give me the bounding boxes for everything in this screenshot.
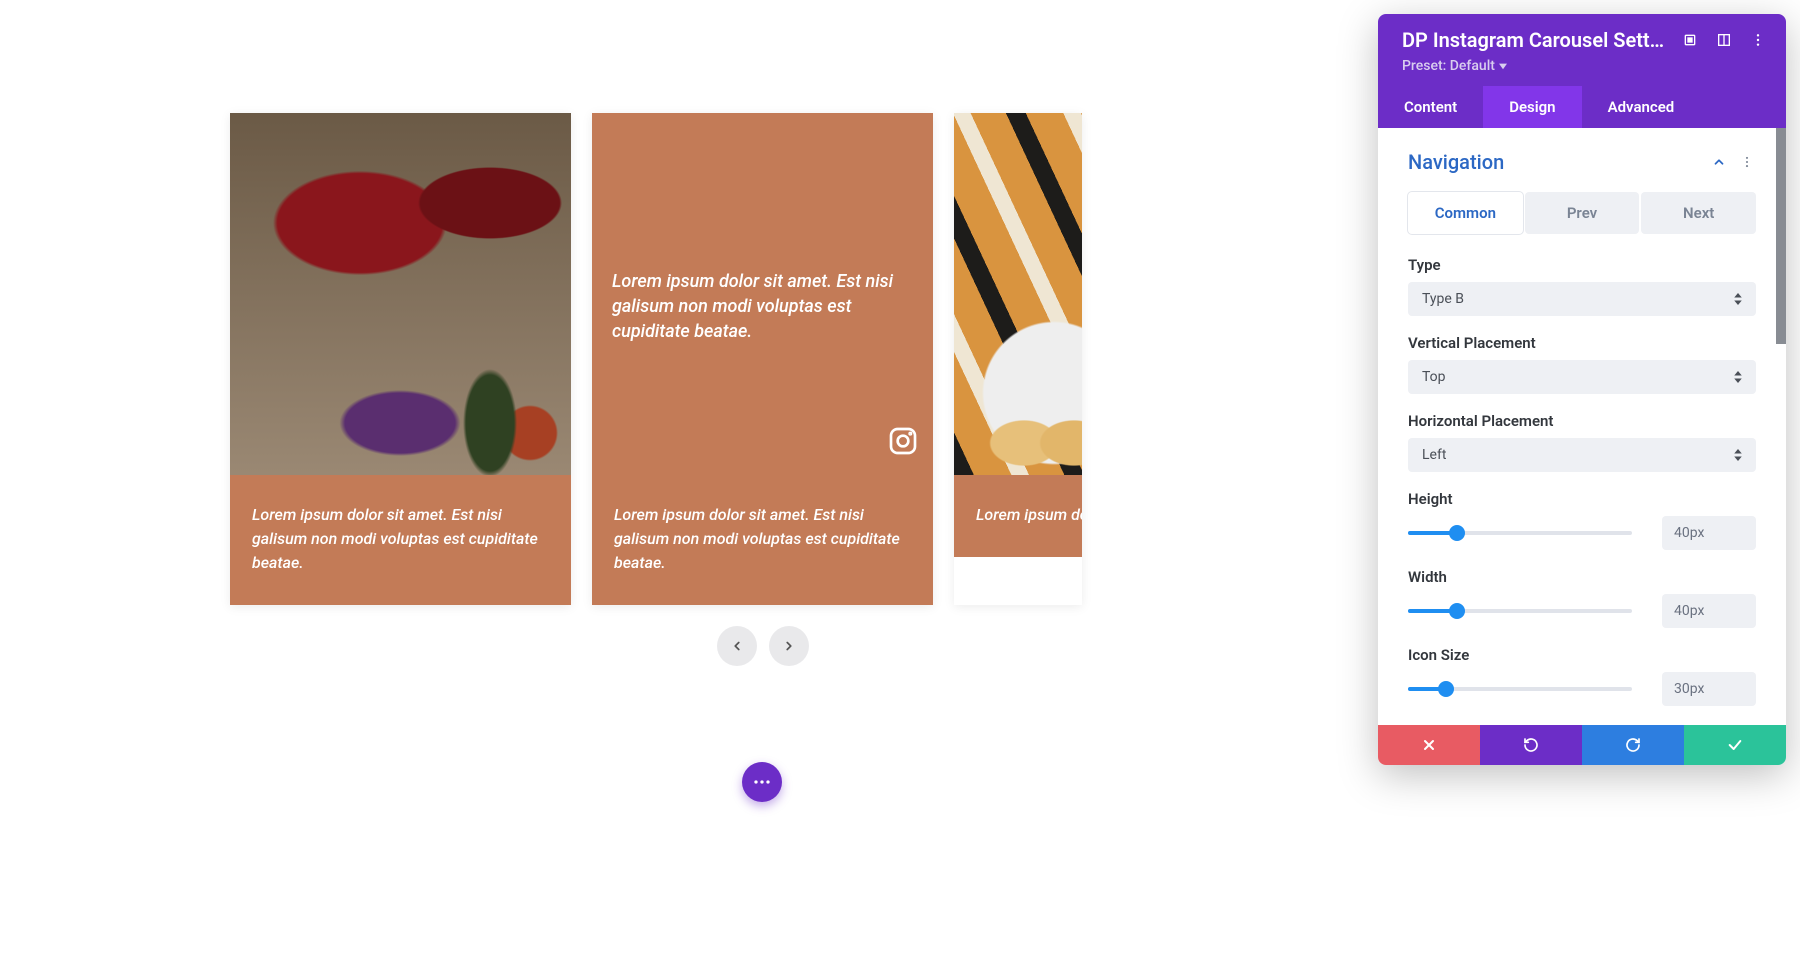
subtabs: Common Prev Next [1408,192,1756,234]
carousel-card[interactable]: Lorem ipsum dolor sit amet. Est nisi gal… [592,113,933,605]
instagram-icon[interactable] [887,425,919,461]
height-value[interactable]: 40px [1662,516,1756,550]
panel-footer [1378,725,1786,765]
more-icon[interactable] [1748,30,1768,50]
card-caption: Lorem ipsum dolor sit amet. Est nisi gal… [954,475,1082,557]
select-vertical-value: Top [1422,369,1446,385]
subtab-prev[interactable]: Prev [1525,192,1640,234]
builder-fab[interactable] [742,762,782,802]
carousel-card[interactable]: Lorem ipsum dolor sit amet. Est nisi gal… [230,113,571,605]
tab-content[interactable]: Content [1378,86,1483,128]
card-image-overlay: Lorem ipsum dolor sit amet. Est nisi gal… [592,113,933,475]
panel-tabs: Content Design Advanced [1378,86,1786,128]
settings-panel: DP Instagram Carousel Setti… Preset: Def… [1378,14,1786,765]
card-caption: Lorem ipsum dolor sit amet. Est nisi gal… [592,475,933,605]
cancel-button[interactable] [1378,725,1480,765]
icon-size-value[interactable]: 30px [1662,672,1756,706]
panel-body: Navigation Common Prev Next Type Type B … [1378,128,1786,725]
select-vertical[interactable]: Top [1408,360,1756,394]
undo-button[interactable] [1480,725,1582,765]
save-button[interactable] [1684,725,1786,765]
select-type-value: Type B [1422,291,1464,307]
card-image-basket [230,113,571,475]
slider-icon-size[interactable] [1408,687,1632,691]
expand-icon[interactable] [1680,30,1700,50]
label-icon-size: Icon Size [1408,646,1756,664]
collapse-icon[interactable] [1710,153,1728,171]
next-button[interactable] [769,626,809,666]
label-width: Width [1408,568,1756,586]
scrollbar-thumb[interactable] [1776,128,1786,344]
label-horizontal: Horizontal Placement [1408,412,1756,430]
section-title: Navigation [1408,150,1504,174]
overlay-text: Lorem ipsum dolor sit amet. Est nisi gal… [612,269,913,345]
subtab-common[interactable]: Common [1408,192,1523,234]
width-value[interactable]: 40px [1662,594,1756,628]
select-horizontal-value: Left [1422,447,1446,463]
panel-header: DP Instagram Carousel Setti… Preset: Def… [1378,14,1786,86]
subtab-next[interactable]: Next [1641,192,1756,234]
redo-button[interactable] [1582,725,1684,765]
section-more-icon[interactable] [1738,153,1756,171]
card-caption: Lorem ipsum dolor sit amet. Est nisi gal… [230,475,571,605]
tab-design[interactable]: Design [1483,86,1581,128]
card-image-plaid [954,113,1082,475]
label-vertical: Vertical Placement [1408,334,1756,352]
panel-title: DP Instagram Carousel Setti… [1402,28,1666,52]
carousel-nav [717,626,809,666]
snap-columns-icon[interactable] [1714,30,1734,50]
select-type[interactable]: Type B [1408,282,1756,316]
slider-height[interactable] [1408,531,1632,535]
carousel-track: Lorem ipsum dolor sit amet. Est nisi gal… [230,113,1082,605]
preset-dropdown[interactable]: Preset: Default [1402,58,1768,74]
prev-button[interactable] [717,626,757,666]
select-horizontal[interactable]: Left [1408,438,1756,472]
tab-advanced[interactable]: Advanced [1582,86,1786,128]
label-height: Height [1408,490,1756,508]
carousel-card[interactable]: Lorem ipsum dolor sit amet. Est nisi gal… [954,113,1082,605]
label-type: Type [1408,256,1756,274]
slider-width[interactable] [1408,609,1632,613]
preset-label: Preset: Default [1402,58,1495,74]
